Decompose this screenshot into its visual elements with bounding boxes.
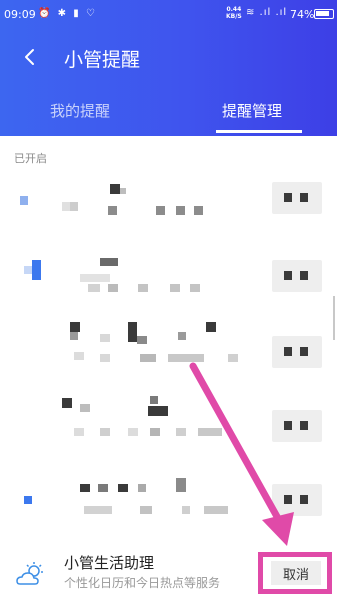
status-time: 09:09 xyxy=(4,8,36,21)
header: 09:09 ⏰ ✱ ▮ ♡ 0.44 KB/S ≋ .ıl .ıl 74% 小管… xyxy=(0,0,337,136)
obscured-text xyxy=(100,258,118,266)
battery-icon xyxy=(314,9,334,19)
list-item[interactable] xyxy=(0,392,337,472)
list-item[interactable] xyxy=(0,470,337,550)
list-item[interactable] xyxy=(0,172,337,252)
obscured-text xyxy=(110,184,120,194)
item-icon xyxy=(32,260,41,280)
weather-cloud-sun-icon xyxy=(16,562,43,585)
screen: 09:09 ⏰ ✱ ▮ ♡ 0.44 KB/S ≋ .ıl .ıl 74% 小管… xyxy=(0,0,337,597)
tab-reminder-management[interactable]: 提醒管理 xyxy=(222,100,282,121)
cancel-button[interactable]: 取消 xyxy=(271,561,321,585)
tab-my-reminders[interactable]: 我的提醒 xyxy=(50,100,110,121)
page-title: 小管提醒 xyxy=(64,49,141,71)
cancel-button-label: 取消 xyxy=(282,568,309,583)
assistant-title: 小管生活助理 xyxy=(64,554,155,572)
toggle-button[interactable] xyxy=(272,336,322,368)
obscured-text xyxy=(80,484,90,492)
cancel-button-highlight: 取消 xyxy=(258,552,332,594)
item-icon xyxy=(20,196,28,205)
toggle-button[interactable] xyxy=(272,484,322,516)
item-icon xyxy=(24,496,32,504)
obscured-text xyxy=(70,322,80,332)
active-tab-indicator xyxy=(216,130,302,133)
scrollbar[interactable] xyxy=(333,296,335,340)
chevron-left-icon xyxy=(25,49,34,65)
section-header-enabled: 已开启 xyxy=(14,152,47,165)
network-speed: 0.44 KB/S xyxy=(226,6,242,20)
network-speed-value: 0.44 xyxy=(226,6,242,13)
list-item[interactable] xyxy=(0,318,337,398)
signal-icons: ≋ .ıl .ıl xyxy=(246,7,288,18)
back-button[interactable] xyxy=(18,44,44,70)
status-bar: 09:09 ⏰ ✱ ▮ ♡ 0.44 KB/S ≋ .ıl .ıl 74% xyxy=(0,0,337,30)
obscured-text xyxy=(62,398,72,408)
network-speed-unit: KB/S xyxy=(226,13,242,20)
toggle-button[interactable] xyxy=(272,410,322,442)
assistant-description: 个性化日历和今日热点等服务 xyxy=(64,576,221,590)
battery-percent: 74% xyxy=(290,8,315,21)
toggle-button[interactable] xyxy=(272,182,322,214)
status-icons-left: ⏰ ✱ ▮ ♡ xyxy=(38,8,97,19)
toggle-button[interactable] xyxy=(272,260,322,292)
